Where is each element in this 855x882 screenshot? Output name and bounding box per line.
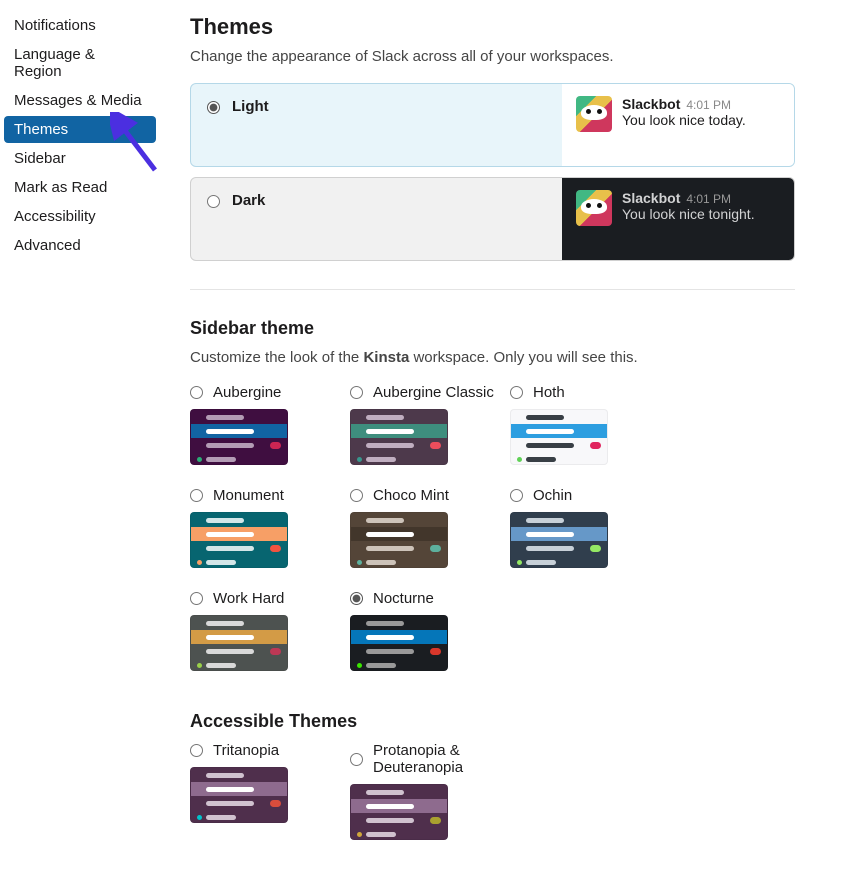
swatch-radio[interactable] (190, 386, 203, 399)
accessible-themes-title: Accessible Themes (190, 711, 795, 732)
swatch-hoth[interactable]: Hoth (510, 384, 660, 465)
swatch-preview (350, 512, 448, 568)
swatch-aubergine[interactable]: Aubergine (190, 384, 340, 465)
swatch-preview (510, 409, 608, 465)
swatch-label: Ochin (533, 487, 572, 504)
swatch-label: Nocturne (373, 590, 434, 607)
sidebar-item-sidebar[interactable]: Sidebar (4, 145, 156, 172)
swatch-label: Aubergine (213, 384, 281, 401)
swatch-preview (350, 409, 448, 465)
sidebar-item-language-region[interactable]: Language & Region (4, 41, 156, 85)
swatch-label: Monument (213, 487, 284, 504)
swatch-aubergine-classic[interactable]: Aubergine Classic (350, 384, 500, 465)
theme-label-light: Light (232, 98, 269, 115)
main-content: Themes Change the appearance of Slack ac… (160, 0, 855, 870)
page-title: Themes (190, 14, 795, 40)
slackbot-avatar-icon (576, 96, 612, 132)
section-divider (190, 289, 795, 290)
sidebar-item-messages-media[interactable]: Messages & Media (4, 87, 156, 114)
accessible-themes-grid: Tritanopia Protanopia & Deuteranopia (190, 742, 795, 840)
swatch-protanopia-deuteranopia[interactable]: Protanopia & Deuteranopia (350, 742, 500, 840)
swatch-preview (350, 615, 448, 671)
sidebar-item-themes[interactable]: Themes (4, 116, 156, 143)
sidebar-theme-grid: Aubergine Aubergine Classic Hoth Monument Ch… (190, 384, 795, 671)
preview-bot-time: 4:01 PM (686, 98, 731, 112)
swatch-nocturne[interactable]: Nocturne (350, 590, 500, 671)
theme-preview-dark: Slackbot 4:01 PM You look nice tonight. (562, 178, 794, 260)
swatch-label: Protanopia & Deuteranopia (373, 742, 500, 776)
swatch-radio[interactable] (510, 489, 523, 502)
theme-radio-dark[interactable] (207, 195, 220, 208)
swatch-radio[interactable] (350, 489, 363, 502)
sidebar-item-advanced[interactable]: Advanced (4, 232, 156, 259)
swatch-work-hard[interactable]: Work Hard (190, 590, 340, 671)
swatch-radio[interactable] (350, 386, 363, 399)
swatch-preview (190, 767, 288, 823)
swatch-monument[interactable]: Monument (190, 487, 340, 568)
theme-option-light[interactable]: Light Slackbot 4:01 PM You look nice tod… (190, 83, 795, 167)
page-subtitle: Change the appearance of Slack across al… (190, 48, 795, 65)
swatch-radio[interactable] (190, 744, 203, 757)
sidebar-theme-title: Sidebar theme (190, 318, 795, 339)
swatch-radio[interactable] (190, 489, 203, 502)
swatch-preview (350, 784, 448, 840)
sidebar-item-accessibility[interactable]: Accessibility (4, 203, 156, 230)
swatch-radio[interactable] (510, 386, 523, 399)
swatch-label: Aubergine Classic (373, 384, 494, 401)
swatch-label: Choco Mint (373, 487, 449, 504)
swatch-radio[interactable] (350, 592, 363, 605)
theme-radio-light[interactable] (207, 101, 220, 114)
preferences-sidebar: Notifications Language & Region Messages… (0, 0, 160, 870)
theme-preview-light: Slackbot 4:01 PM You look nice today. (562, 84, 794, 166)
sidebar-item-notifications[interactable]: Notifications (4, 12, 156, 39)
sidebar-item-mark-as-read[interactable]: Mark as Read (4, 174, 156, 201)
theme-option-dark[interactable]: Dark Slackbot 4:01 PM You look nice toni… (190, 177, 795, 261)
sidebar-theme-subtitle: Customize the look of the Kinsta workspa… (190, 349, 795, 366)
preview-bot-name: Slackbot (622, 96, 680, 112)
swatch-tritanopia[interactable]: Tritanopia (190, 742, 340, 840)
theme-label-dark: Dark (232, 192, 265, 209)
swatch-label: Tritanopia (213, 742, 279, 759)
swatch-preview (190, 409, 288, 465)
swatch-preview (190, 512, 288, 568)
swatch-choco-mint[interactable]: Choco Mint (350, 487, 500, 568)
swatch-label: Hoth (533, 384, 565, 401)
preview-bot-time: 4:01 PM (686, 192, 731, 206)
swatch-radio[interactable] (350, 753, 363, 766)
slackbot-avatar-icon (576, 190, 612, 226)
preview-bot-name: Slackbot (622, 190, 680, 206)
swatch-ochin[interactable]: Ochin (510, 487, 660, 568)
preview-bot-message: You look nice tonight. (622, 206, 755, 222)
swatch-radio[interactable] (190, 592, 203, 605)
swatch-preview (510, 512, 608, 568)
swatch-label: Work Hard (213, 590, 284, 607)
swatch-preview (190, 615, 288, 671)
preview-bot-message: You look nice today. (622, 112, 746, 128)
